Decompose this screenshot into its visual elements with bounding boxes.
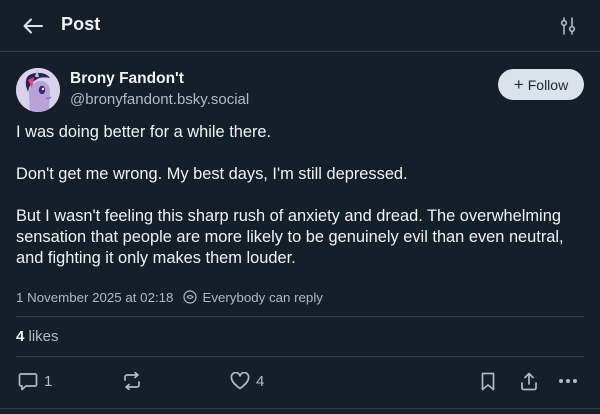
more-dots-icon [559, 379, 577, 383]
reply-button[interactable]: 1 [18, 370, 52, 392]
author-display-name[interactable]: Brony Fandon't [70, 70, 184, 88]
reply-setting-label[interactable]: Everybody can reply [202, 290, 322, 305]
follow-button[interactable]: + Follow [498, 69, 584, 100]
post-author-row: Brony Fandon't @bronyfandont.bsky.social… [16, 66, 584, 114]
heart-icon [230, 372, 250, 390]
post-paragraph: Don't get me wrong. My best days, I'm st… [16, 165, 408, 183]
like-button[interactable]: 4 [230, 370, 264, 392]
share-button[interactable] [520, 370, 538, 392]
back-button[interactable] [22, 15, 44, 37]
arrow-left-icon [23, 18, 43, 34]
plus-icon: + [513, 74, 524, 94]
post-meta: 1 November 2025 at 02:18 Everybody can r… [16, 288, 323, 306]
more-options-button[interactable] [558, 370, 578, 392]
likes-summary[interactable]: 4 likes [16, 328, 59, 345]
post-text: I was doing better for a while there. Do… [16, 122, 576, 269]
divider [16, 316, 584, 317]
post-paragraph: But I wasn't feeling this sharp rush of … [16, 207, 564, 267]
reply-count: 1 [44, 372, 53, 390]
avatar-pony-image [16, 68, 60, 112]
follow-label: Follow [527, 76, 569, 93]
page-title: Post [61, 14, 101, 34]
divider [0, 408, 600, 409]
sliders-icon [560, 17, 576, 35]
divider [16, 356, 584, 357]
reply-bubble-icon [18, 372, 38, 390]
likes-count: 4 [16, 328, 25, 345]
post-timestamp[interactable]: 1 November 2025 at 02:18 [16, 290, 173, 305]
avatar[interactable] [16, 68, 60, 112]
thread-settings-button[interactable] [558, 16, 578, 36]
like-count: 4 [256, 372, 265, 390]
bookmark-button[interactable] [480, 370, 496, 392]
repost-button[interactable] [122, 370, 142, 392]
likes-label: likes [28, 328, 59, 345]
bookmark-icon [481, 372, 495, 390]
post-thread-screen: Post Brony Fandon't @bronyfandont.bsky.s… [0, 0, 600, 414]
repost-icon [124, 372, 140, 390]
reply-setting-icon [183, 290, 198, 304]
share-icon [521, 372, 537, 390]
author-handle[interactable]: @bronyfandont.bsky.social [70, 91, 249, 108]
post-paragraph: I was doing better for a while there. [16, 123, 272, 141]
header-bar: Post [0, 0, 600, 52]
